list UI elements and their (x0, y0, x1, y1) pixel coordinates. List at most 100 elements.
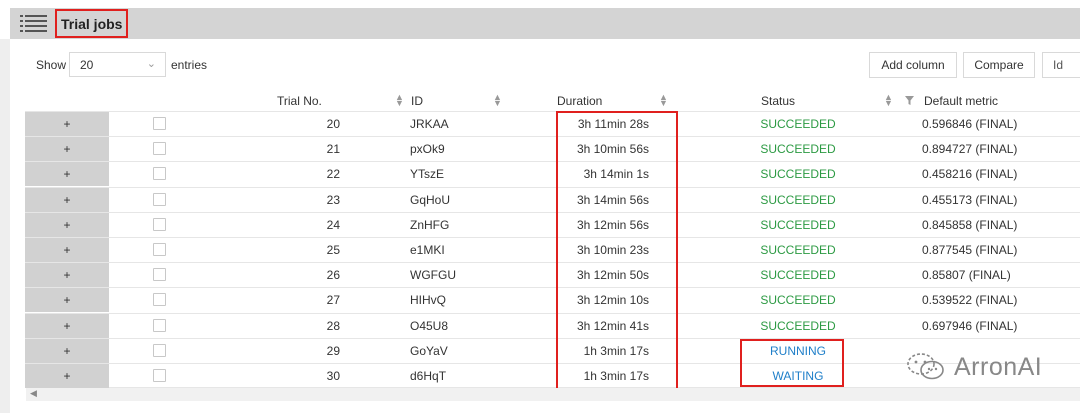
column-header-trial-no[interactable]: Trial No. (277, 94, 322, 108)
compare-button[interactable]: Compare (963, 52, 1035, 78)
page-header-bar: Trial jobs (10, 8, 1080, 39)
id-search-input[interactable]: Id (1042, 52, 1080, 78)
expand-row-button[interactable]: + (25, 263, 109, 288)
page-size-select[interactable]: 20 ⌄ (69, 52, 166, 77)
trial-id: d6HqT (410, 369, 447, 383)
page-size-value: 20 (80, 58, 94, 72)
trial-id: e1MKI (410, 243, 445, 257)
expand-row-button[interactable]: + (25, 313, 109, 338)
entries-label: entries (171, 58, 208, 72)
trial-status: SUCCEEDED (760, 243, 836, 257)
trial-number: 29 (326, 343, 340, 358)
trial-number: 25 (326, 243, 340, 257)
row-select-checkbox[interactable] (153, 369, 166, 382)
trial-number: 23 (326, 192, 340, 207)
show-label: Show (36, 58, 67, 72)
trial-status: SUCCEEDED (760, 117, 836, 131)
row-select-checkbox[interactable] (153, 192, 166, 206)
trial-status: SUCCEEDED (760, 293, 836, 308)
left-rail (0, 39, 10, 413)
expand-row-button[interactable]: + (25, 112, 109, 136)
hamburger-list-icon[interactable] (20, 14, 48, 34)
expand-row-button[interactable]: + (25, 137, 109, 162)
sort-icon[interactable]: ▲ ▼ (884, 93, 893, 108)
trial-id: JRKAA (410, 117, 449, 131)
trial-default-metric: 0.85807 (FINAL) (922, 268, 1011, 283)
trial-default-metric: 0.877545 (FINAL) (922, 243, 1018, 257)
filter-icon[interactable] (905, 96, 914, 105)
row-select-checkbox[interactable] (153, 142, 166, 156)
trial-default-metric: 0.455173 (FINAL) (922, 192, 1018, 207)
trial-status: SUCCEEDED (760, 217, 836, 232)
trial-number: 21 (326, 142, 340, 157)
trial-id: YTszE (410, 167, 445, 182)
trial-id: HIHvQ (410, 293, 446, 308)
trial-default-metric: 0.596846 (FINAL) (922, 117, 1018, 131)
trial-status: SUCCEEDED (760, 167, 836, 182)
column-header-default-metric[interactable]: Default metric (924, 94, 998, 108)
expand-row-button[interactable]: + (25, 288, 109, 313)
trial-default-metric: 0.458216 (FINAL) (922, 167, 1018, 182)
page-title: Trial jobs (61, 15, 123, 32)
sort-icon[interactable]: ▲ ▼ (395, 93, 404, 108)
horizontal-scrollbar[interactable]: ◀ (26, 388, 1080, 401)
table-row: +23 GqHoU 3h 14min 56s SUCCEEDED 0.455173 (F… (25, 186, 1080, 212)
table-row: +27 HIHvQ 3h 12min 10s SUCCEEDED 0.539522 (F… (25, 287, 1080, 313)
row-select-checkbox[interactable] (153, 117, 166, 130)
row-select-checkbox[interactable] (153, 167, 166, 181)
expand-row-button[interactable]: + (25, 238, 109, 262)
scroll-left-icon[interactable]: ◀ (30, 388, 37, 399)
row-select-checkbox[interactable] (153, 293, 166, 307)
row-select-checkbox[interactable] (153, 243, 166, 256)
wechat-logo-icon (907, 353, 944, 380)
expand-row-button[interactable]: + (25, 212, 109, 237)
trial-default-metric: 0.845858 (FINAL) (922, 217, 1018, 232)
column-header-status[interactable]: Status (761, 94, 795, 108)
expand-row-button[interactable]: + (25, 162, 109, 187)
trial-id: pxOk9 (410, 142, 445, 157)
watermark: ArronAI (906, 352, 1042, 382)
sort-icon[interactable]: ▲ ▼ (659, 93, 668, 108)
status-highlight-box (740, 339, 844, 387)
row-select-checkbox[interactable] (153, 268, 166, 282)
table-row: +24 ZnHFG 3h 12min 56s SUCCEEDED 0.845858 (F… (25, 211, 1080, 237)
trial-number: 27 (326, 293, 340, 308)
trial-number: 22 (326, 167, 340, 182)
expand-row-button[interactable]: + (25, 338, 109, 363)
trial-number: 20 (326, 117, 340, 131)
table-row: +20 JRKAA 3h 11min 28s SUCCEEDED 0.596846 (F… (25, 111, 1080, 136)
duration-highlight-box (556, 111, 678, 392)
trial-default-metric: 0.894727 (FINAL) (922, 142, 1018, 157)
trial-id: WGFGU (410, 268, 456, 283)
table-row: +28 O45U8 3h 12min 41s SUCCEEDED 0.697946 (F… (25, 312, 1080, 338)
trial-status: SUCCEEDED (760, 318, 836, 333)
watermark-text: ArronAI (954, 352, 1043, 381)
trial-status: SUCCEEDED (760, 268, 836, 283)
table-row: +25 e1MKI 3h 10min 23s SUCCEEDED 0.877545 (F… (25, 237, 1080, 262)
trial-default-metric: 0.539522 (FINAL) (922, 293, 1018, 308)
add-column-button[interactable]: Add column (869, 52, 957, 78)
trial-number: 26 (326, 268, 340, 283)
row-select-checkbox[interactable] (153, 217, 166, 231)
expand-row-button[interactable]: + (25, 187, 109, 212)
column-header-duration[interactable]: Duration (557, 94, 602, 108)
expand-row-button[interactable]: + (25, 364, 109, 388)
table-row: +26 WGFGU 3h 12min 50s SUCCEEDED 0.85807 (FI… (25, 262, 1080, 288)
trial-default-metric: 0.697946 (FINAL) (922, 318, 1018, 333)
trial-id: ZnHFG (410, 217, 450, 232)
id-search-placeholder: Id (1053, 58, 1064, 72)
trial-status: SUCCEEDED (760, 142, 836, 157)
trial-id: GqHoU (410, 192, 451, 207)
trial-id: O45U8 (410, 318, 449, 333)
table-row: +22 YTszE 3h 14min 1s SUCCEEDED 0.458216 (FI… (25, 161, 1080, 187)
column-header-id[interactable]: ID (411, 94, 423, 108)
trial-id: GoYaV (410, 343, 448, 358)
page-title-highlight: Trial jobs (55, 9, 129, 38)
chevron-down-icon: ⌄ (146, 58, 156, 70)
trial-number: 28 (326, 318, 340, 333)
sort-icon[interactable]: ▲ ▼ (493, 93, 502, 108)
trial-status: SUCCEEDED (760, 192, 836, 207)
row-select-checkbox[interactable] (153, 318, 166, 332)
trial-number: 30 (326, 369, 340, 383)
row-select-checkbox[interactable] (153, 343, 166, 357)
